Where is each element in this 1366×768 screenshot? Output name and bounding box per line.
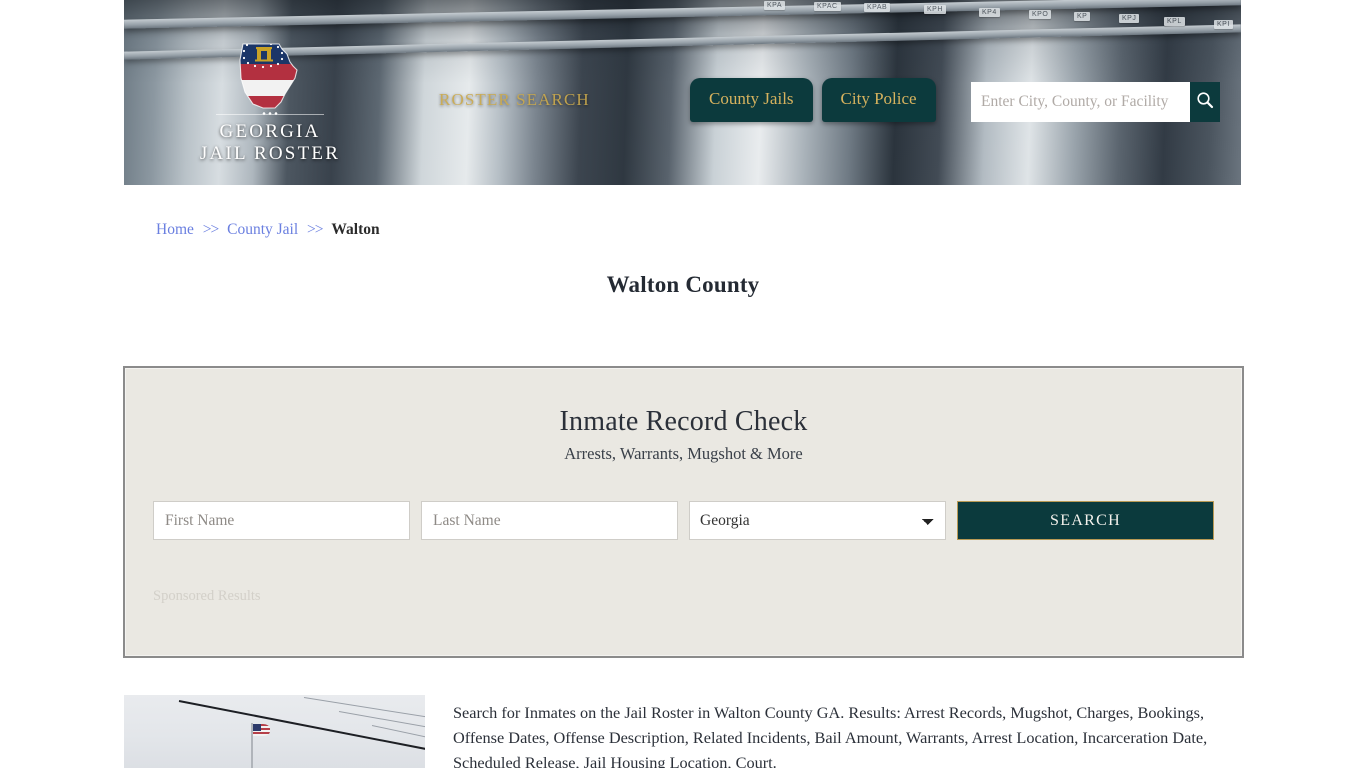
search-icon (1196, 91, 1214, 114)
georgia-state-flag-icon (235, 40, 305, 112)
logo-divider (216, 114, 324, 115)
breadcrumb-item-current: Walton (331, 221, 380, 238)
last-name-input[interactable] (421, 501, 679, 540)
nav-tab-city-police[interactable]: City Police (821, 78, 936, 122)
state-select[interactable]: Georgia (689, 501, 947, 540)
logo-line-1: GEORGIA (219, 121, 321, 142)
breadcrumb-separator: >> (307, 221, 324, 238)
shelf-label: KPI (1214, 20, 1233, 29)
inmate-search-form: Georgia SEARCH (125, 501, 1242, 540)
logo-line-2: JAIL ROSTER (199, 142, 341, 164)
shelf-label: KPO (1029, 10, 1052, 19)
power-line (303, 697, 425, 730)
shelf-label: KPAB (864, 3, 891, 12)
shelf-label: KP (1074, 12, 1091, 21)
inmate-search-button[interactable]: SEARCH (957, 501, 1214, 540)
header-search-input[interactable] (971, 82, 1190, 122)
site-tagline: ROSTER SEARCH (439, 90, 590, 109)
county-photo (124, 695, 425, 768)
site-header: KPA KPAC KPAB KPH KP4 KPO KP KPJ KPL KPI (124, 0, 1241, 185)
page-root: KPA KPAC KPAB KPH KP4 KPO KP KPJ KPL KPI (0, 0, 1366, 768)
breadcrumb-item-county-jail[interactable]: County Jail (227, 221, 298, 238)
sponsored-results-label: Sponsored Results (153, 588, 261, 604)
breadcrumb-item-home[interactable]: Home (156, 221, 194, 238)
breadcrumb-separator: >> (202, 221, 220, 238)
header-search-button[interactable] (1190, 82, 1220, 122)
main-navigation: County Jails City Police (690, 78, 936, 122)
panel-title: Inmate Record Check (559, 406, 808, 437)
shelf-label: KPAC (814, 2, 841, 11)
content-section: Search for Inmates on the Jail Roster in… (124, 695, 1241, 768)
shelf-label: KPA (764, 1, 785, 10)
panel-subtitle: Arrests, Warrants, Mugshot & More (564, 444, 803, 463)
page-title: Walton County (606, 272, 760, 297)
shelf-label: KPH (924, 5, 946, 14)
nav-tab-county-jails[interactable]: County Jails (690, 78, 813, 122)
header-search (971, 82, 1220, 122)
american-flag-icon (253, 724, 270, 736)
first-name-input[interactable] (153, 501, 411, 540)
shelf-label: KPJ (1119, 14, 1140, 23)
breadcrumb: Home >> County Jail >> Walton (156, 221, 380, 239)
shelf-label: KPL (1164, 17, 1185, 26)
shelf-label: KP4 (979, 8, 1000, 17)
inmate-record-check-panel: Inmate Record Check Arrests, Warrants, M… (123, 366, 1244, 658)
site-logo[interactable]: GEORGIA JAIL ROSTER (180, 40, 360, 165)
page-description: Search for Inmates on the Jail Roster in… (453, 703, 1208, 768)
